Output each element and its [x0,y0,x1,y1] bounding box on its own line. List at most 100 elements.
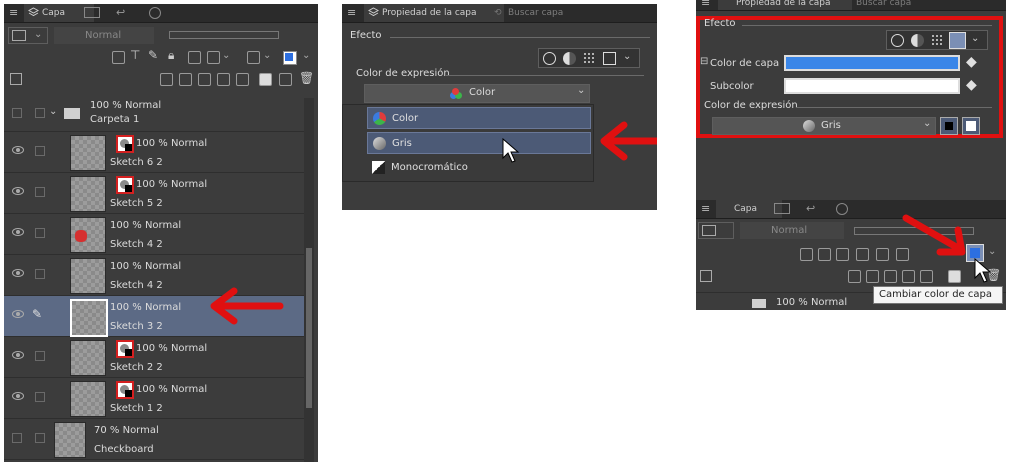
lock-toggle[interactable] [35,108,45,118]
reference-icon[interactable] [818,248,831,261]
layer-row-folder[interactable]: ⌄ 100 % Normal Carpeta 1 [4,98,314,132]
menu-item-gray[interactable]: Gris [367,132,591,154]
tab-search-layer[interactable]: Buscar capa [838,0,934,10]
eye-icon[interactable] [12,310,24,318]
halftone-effect-icon[interactable] [583,52,596,65]
lock-icon[interactable] [856,248,869,261]
scrollbar[interactable] [304,98,314,462]
layer-row[interactable]: 70 % Normal Checkboard [4,419,314,460]
tone-effect-icon[interactable] [911,34,924,47]
layer-row[interactable]: 100 % Normal Sketch 2 2 [4,337,314,378]
chevron-down-icon[interactable]: ⌄ [263,50,271,61]
paint-bucket-icon[interactable]: ◆ [966,77,977,93]
paint-bucket-icon[interactable]: ◆ [966,54,977,70]
create-mask-icon[interactable] [259,73,272,86]
blend-mode-dropdown[interactable]: Normal [740,222,844,239]
eye-icon[interactable] [12,146,24,154]
draft-icon[interactable] [836,248,849,261]
chevron-down-icon[interactable]: ⌄ [222,50,230,61]
layer-color-effect-icon[interactable] [949,32,966,49]
tab-layer-property[interactable]: Propiedad de la capa [364,4,504,22]
layer-settings-icon[interactable] [10,73,22,85]
menu-item-monochrome[interactable]: Monocromático [367,157,591,179]
transfer-down-icon[interactable] [217,73,230,86]
new-vector-layer-icon[interactable] [866,270,879,283]
chevron-down-icon[interactable]: ⌄ [988,246,996,257]
eye-icon[interactable] [12,269,24,277]
opacity-slider[interactable] [169,31,279,39]
layer-row[interactable]: 100 % Normal Sketch 5 2 [4,173,314,214]
tab-history-icon[interactable]: ↩ [806,202,815,215]
lock-transparent-icon[interactable] [188,51,201,64]
chevron-down-icon[interactable]: ⌄ [302,50,310,61]
menu-icon[interactable]: ≡ [9,6,18,19]
tab-layer-property[interactable]: Propiedad de la capa [718,0,852,10]
tab-layer[interactable]: Capa [716,200,782,218]
lock-toggle[interactable] [35,269,45,279]
tab-search-layer[interactable]: ⟲ Buscar capa [490,4,586,22]
scrollbar-thumb[interactable] [306,248,312,408]
lock-transparent-icon[interactable] [876,248,889,261]
layer-color-button[interactable] [283,51,297,65]
visibility-toggle[interactable] [12,433,22,443]
eye-icon[interactable] [12,187,24,195]
lock-toggle[interactable] [35,351,45,361]
lock-toggle[interactable] [35,433,45,443]
chevron-down-icon[interactable]: ⌄ [971,33,979,44]
chevron-down-icon[interactable]: ⌄ [623,51,631,62]
clip-icon[interactable] [112,51,125,64]
mask-display-icon[interactable] [247,51,260,64]
collapse-icon[interactable]: ⊟ [700,56,708,67]
menu-icon[interactable]: ≡ [701,0,710,9]
new-vector-layer-icon[interactable] [179,73,192,86]
expand-chevron-icon[interactable]: ⌄ [49,106,57,117]
blend-mode-dropdown[interactable]: Normal [54,27,154,44]
menu-icon[interactable]: ≡ [701,202,710,215]
tab-history-icon[interactable]: ↩ [116,6,125,19]
border-effect-icon[interactable] [891,34,904,47]
layer-settings-icon[interactable] [700,270,712,282]
tab-animation-icon[interactable] [84,7,100,18]
layer-row[interactable]: 100 % Normal Sketch 1 2 [4,378,314,419]
menu-icon[interactable]: ≡ [347,6,356,19]
eye-icon[interactable] [12,392,24,400]
subcolor-swatch[interactable] [784,78,960,94]
apply-mask-icon[interactable] [279,73,292,86]
visibility-toggle[interactable] [12,108,22,118]
draft-icon[interactable]: ✎ [148,48,158,62]
halftone-effect-icon[interactable] [931,34,944,47]
expression-color-dropdown[interactable]: Color ⌄ [364,84,590,103]
layer-color-swatch-dropdown[interactable]: ⌄ [8,27,48,44]
delete-layer-icon[interactable]: 🗑︎ [299,71,314,85]
layer-color-effect-icon[interactable] [603,52,616,65]
new-raster-layer-icon[interactable] [160,73,173,86]
border-effect-icon[interactable] [543,52,556,65]
eye-icon[interactable] [12,351,24,359]
mask-icon[interactable] [207,51,220,64]
layer-row[interactable]: 100 % Normal Sketch 6 2 [4,132,314,173]
layer-row[interactable]: 100 % Normal Sketch 4 2 [4,214,314,255]
tab-animation-icon[interactable] [774,203,790,214]
tab-navigator-icon[interactable] [836,203,848,215]
menu-item-color[interactable]: Color [367,107,591,129]
reference-icon[interactable]: ⊤ [130,48,140,62]
new-folder-icon[interactable] [198,73,211,86]
create-mask-icon[interactable] [948,270,961,283]
lock-toggle[interactable] [35,228,45,238]
transfer-down-icon[interactable] [902,270,915,283]
new-raster-layer-icon[interactable] [848,270,861,283]
lock-icon[interactable]: 🔒︎ [168,48,174,63]
white-color-button[interactable] [962,117,980,135]
lock-toggle[interactable] [35,146,45,156]
tone-effect-icon[interactable] [563,52,576,65]
expression-color-dropdown[interactable]: Gris ⌄ [712,117,936,135]
lock-toggle[interactable] [35,187,45,197]
black-color-button[interactable] [940,117,958,135]
merge-down-icon[interactable] [920,270,933,283]
layer-color-swatch-dropdown[interactable] [698,222,734,239]
tab-navigator-icon[interactable] [149,7,161,19]
new-folder-icon[interactable] [884,270,897,283]
merge-down-icon[interactable] [236,73,249,86]
clip-icon[interactable] [800,248,813,261]
eye-icon[interactable] [12,228,24,236]
